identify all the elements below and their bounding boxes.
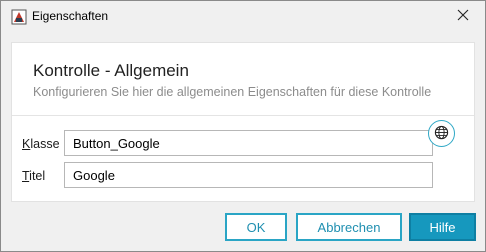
content-panel: Kontrolle - Allgemein Konfigurieren Sie … [11,42,475,202]
globe-icon [434,125,449,143]
section-heading: Kontrolle - Allgemein [33,61,189,80]
title-bar: Eigenschaften [1,1,485,31]
help-button[interactable]: Hilfe [409,213,476,241]
translate-button[interactable] [428,120,455,147]
klasse-label: Klasse [22,137,60,151]
close-button[interactable] [441,1,485,31]
klasse-input[interactable] [64,130,433,156]
properties-dialog: Eigenschaften Kontrolle - Allgemein Konf… [0,0,486,252]
section-description: Konfigurieren Sie hier die allgemeinen E… [33,85,432,99]
titel-input[interactable] [64,162,433,188]
header-divider [12,115,474,116]
titel-label: Titel [22,169,46,183]
app-control-icon [11,9,27,25]
header-section: Kontrolle - Allgemein Konfigurieren Sie … [12,43,474,115]
ok-button[interactable]: OK [225,213,287,241]
window-title: Eigenschaften [32,9,109,23]
close-icon [457,9,469,24]
cancel-button[interactable]: Abbrechen [296,213,402,241]
